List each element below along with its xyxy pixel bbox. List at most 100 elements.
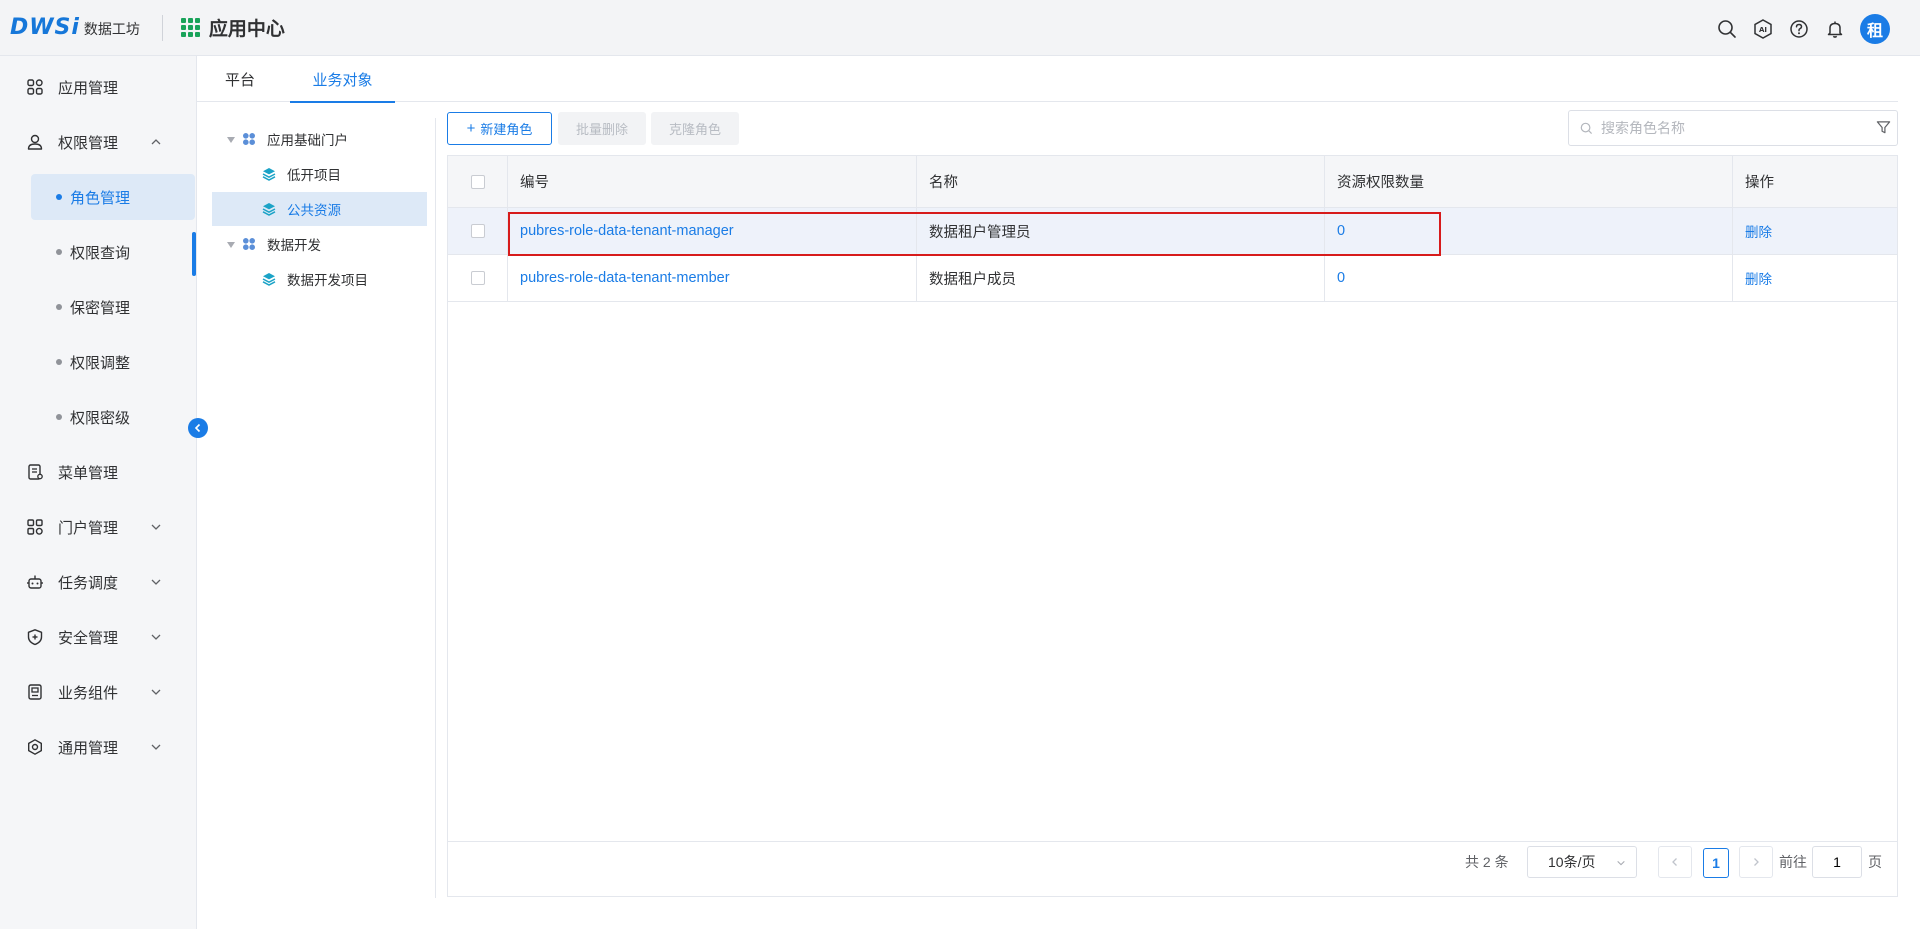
sidebar-subitem-permission-adjust[interactable]: 权限调整	[31, 339, 195, 385]
tree-node-label: 数据开发项目	[287, 273, 368, 288]
table-cell-name: 数据租户管理员	[917, 208, 1325, 255]
sidebar-collapse-button[interactable]	[188, 418, 208, 438]
bullet-dot	[56, 249, 62, 255]
page-number-current[interactable]: 1	[1703, 848, 1729, 878]
sidebar-subitem-permission-level[interactable]: 权限密级	[31, 394, 195, 440]
resource-count-link[interactable]: 0	[1337, 270, 1345, 286]
search-icon[interactable]	[1716, 18, 1738, 40]
role-code-link[interactable]: pubres-role-data-tenant-manager	[520, 223, 734, 239]
role-search-input[interactable]	[1601, 112, 1861, 144]
batch-delete-button[interactable]: 批量删除	[558, 112, 646, 145]
row-checkbox[interactable]	[470, 224, 485, 238]
sidebar-subitem-permission-query[interactable]: 权限查询	[31, 229, 195, 275]
new-role-button[interactable]: + 新建角色	[447, 112, 552, 145]
search-icon	[1580, 122, 1593, 135]
user-lock-icon	[27, 134, 43, 150]
bullet-dot	[56, 304, 62, 310]
tree-node-data-dev-project[interactable]: 数据开发项目	[212, 262, 427, 296]
bullet-dot	[56, 414, 62, 420]
resource-count-link[interactable]: 0	[1337, 223, 1345, 239]
svg-text:AI: AI	[1759, 26, 1767, 34]
sidebar-item-portal-management[interactable]: 门户管理	[0, 504, 197, 550]
help-icon[interactable]	[1788, 18, 1810, 40]
row-checkbox[interactable]	[470, 271, 485, 285]
bell-icon[interactable]	[1824, 18, 1846, 40]
sidebar-item-menu-management[interactable]: 菜单管理	[0, 449, 197, 495]
caret-down-icon[interactable]	[227, 137, 235, 143]
sidebar-item-label: 菜单管理	[58, 464, 119, 482]
sidebar-subitem-secrecy-management[interactable]: 保密管理	[31, 284, 195, 330]
goto-page-input[interactable]	[1812, 846, 1862, 878]
sidebar-subitem-label: 权限密级	[70, 409, 131, 427]
table-header-resource-count: 资源权限数量	[1325, 156, 1733, 208]
button-label: 克隆角色	[668, 122, 721, 137]
active-indicator	[192, 232, 196, 276]
table-cell-code: pubres-role-data-tenant-manager	[508, 208, 917, 255]
menu-doc-icon	[28, 464, 43, 480]
sidebar-item-permission-management[interactable]: 权限管理	[0, 119, 197, 165]
page-size-value: 10条/页	[1548, 854, 1596, 870]
sidebar-subitem-role-management[interactable]: 角色管理	[31, 174, 195, 220]
component-icon	[28, 684, 42, 700]
delete-link[interactable]: 删除	[1745, 221, 1772, 241]
page-size-select[interactable]: 10条/页	[1527, 846, 1637, 878]
tree-node-label: 公共资源	[287, 203, 341, 218]
tree-node-label: 数据开发	[267, 238, 321, 253]
roles-table: 编号 名称 资源权限数量 操作 pubres-role-data-tenant-…	[447, 155, 1898, 897]
tree-node-app-portal[interactable]: 应用基础门户	[212, 122, 427, 156]
chevron-up-icon	[151, 139, 161, 145]
next-page-button[interactable]	[1739, 846, 1773, 878]
select-all-checkbox[interactable]	[470, 174, 485, 189]
tab-platform[interactable]: 平台	[217, 56, 263, 102]
column-header: 资源权限数量	[1337, 175, 1424, 191]
clone-role-button[interactable]: 克隆角色	[651, 112, 739, 145]
sidebar-item-general-management[interactable]: 通用管理	[0, 724, 197, 770]
table-header-code: 编号	[508, 156, 917, 208]
plus-icon: +	[466, 120, 476, 137]
goto-label: 前往	[1779, 846, 1807, 878]
chevron-down-icon	[151, 634, 161, 640]
logo-subtitle: 数据工坊	[83, 21, 140, 37]
sidebar-item-task-scheduling[interactable]: 任务调度	[0, 559, 197, 605]
avatar[interactable]: 租	[1860, 14, 1890, 44]
table-header-actions: 操作	[1733, 156, 1897, 208]
sidebar-item-app-management[interactable]: 应用管理	[0, 64, 197, 110]
tab-label: 平台	[224, 71, 255, 89]
role-code-link[interactable]: pubres-role-data-tenant-member	[520, 270, 730, 286]
chevron-left-icon	[1672, 858, 1677, 866]
table-cell-count: 0	[1325, 208, 1733, 255]
filter-icon[interactable]	[1876, 120, 1891, 135]
logo[interactable]: DWSi 数据工坊	[0, 15, 140, 40]
chevron-down-icon	[151, 524, 161, 530]
top-header: DWSi 数据工坊 应用中心 AI 租	[0, 0, 1920, 56]
tree-node-public-resources[interactable]: 公共资源	[212, 192, 427, 226]
sidebar-item-label: 权限管理	[58, 134, 119, 152]
prev-page-button[interactable]	[1658, 846, 1692, 878]
bullet-dot	[56, 359, 62, 365]
sidebar: 应用管理 权限管理 角色管理 权限查询 保密管理 权限调整 权限密级 菜单管理 …	[0, 56, 197, 929]
portal-icon	[27, 519, 43, 535]
layers-icon	[262, 203, 276, 216]
chevron-down-icon	[151, 744, 161, 750]
ai-assistant-icon[interactable]: AI	[1752, 18, 1774, 40]
apps-icon	[27, 79, 43, 95]
button-label: 新建角色	[480, 122, 533, 137]
column-header: 名称	[929, 175, 958, 191]
tree-node-lowcode-project[interactable]: 低开项目	[212, 157, 427, 191]
app-center[interactable]: 应用中心	[180, 14, 285, 41]
sidebar-item-label: 门户管理	[58, 519, 119, 537]
sidebar-item-business-components[interactable]: 业务组件	[0, 669, 197, 715]
caret-down-icon[interactable]	[227, 242, 235, 248]
tree-node-data-development[interactable]: 数据开发	[212, 227, 427, 261]
header-divider	[161, 14, 163, 41]
chevron-right-icon	[1754, 858, 1759, 866]
sidebar-subitem-label: 保密管理	[70, 299, 131, 317]
layers-icon	[262, 273, 276, 286]
delete-link[interactable]: 删除	[1745, 268, 1772, 288]
tab-business-object[interactable]: 业务对象	[290, 56, 395, 103]
table-header-select	[448, 156, 508, 208]
table-footer-divider	[448, 841, 1897, 842]
sidebar-subitem-label: 权限调整	[70, 354, 131, 372]
table-cell-actions: 删除	[1733, 255, 1897, 302]
sidebar-item-security-management[interactable]: 安全管理	[0, 614, 197, 660]
